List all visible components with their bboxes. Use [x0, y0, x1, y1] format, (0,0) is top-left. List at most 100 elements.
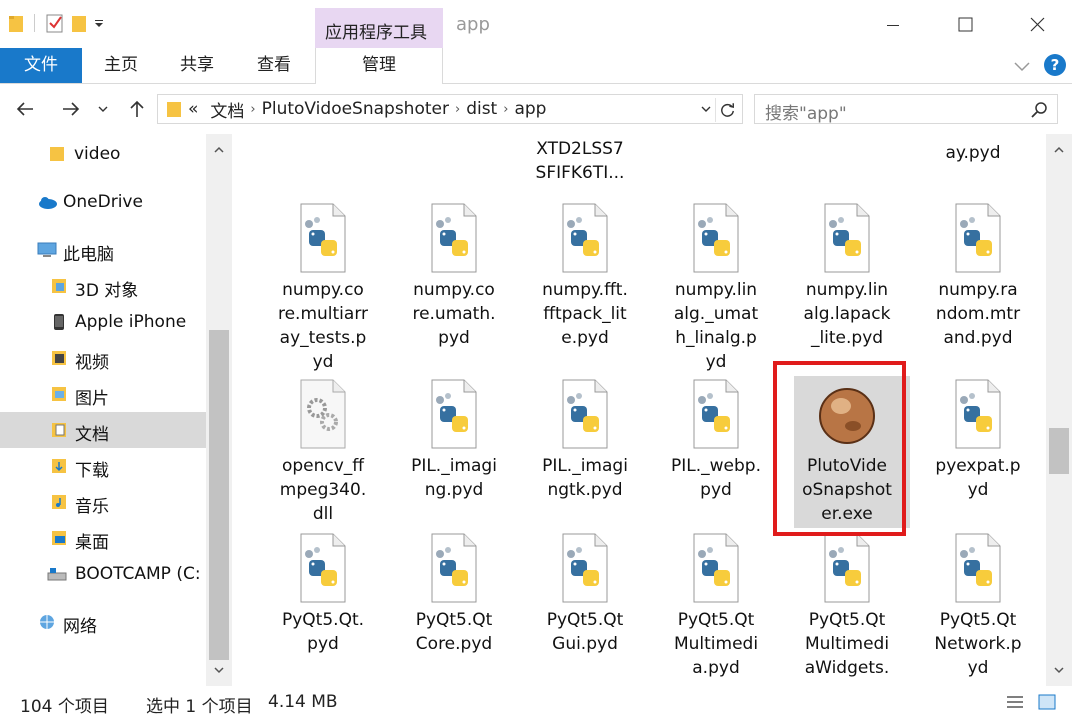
- minimize-button[interactable]: [868, 8, 918, 44]
- python-file-icon: [300, 533, 346, 603]
- large-icons-view-icon[interactable]: [1036, 692, 1058, 712]
- properties-icon[interactable]: [45, 12, 65, 34]
- file-item[interactable]: PyQt5.Qt Multimedi aWidgets.: [784, 532, 910, 680]
- file-name: PyQt5.Qt Network.p yd: [934, 610, 1022, 678]
- details-view-icon[interactable]: [1004, 692, 1026, 712]
- file-item[interactable]: PyQt5.Qt Multimedi a.pyd: [653, 532, 779, 680]
- expand-ribbon-icon[interactable]: [1012, 56, 1032, 76]
- nav-item-videos[interactable]: 视频: [0, 340, 206, 376]
- file-item[interactable]: ay.pyd: [910, 134, 1036, 165]
- python-file-icon: [693, 533, 739, 603]
- nav-item-label: 音乐: [75, 497, 109, 517]
- status-bar: 104 个项目 选中 1 个项目 4.14 MB: [0, 686, 1072, 720]
- forward-arrow-icon[interactable]: [60, 98, 82, 120]
- scrollbar-thumb[interactable]: [209, 330, 229, 660]
- nav-item-this-pc[interactable]: 此电脑: [0, 232, 206, 268]
- file-item[interactable]: numpy.co re.umath. pyd: [391, 202, 517, 350]
- documents-folder-icon: [52, 423, 66, 437]
- file-item[interactable]: PIL._imagi ngtk.pyd: [522, 378, 648, 502]
- downloads-folder-icon: [52, 459, 66, 473]
- breadcrumb-overflow[interactable]: «: [188, 99, 198, 119]
- nav-item-downloads[interactable]: 下载: [0, 448, 206, 484]
- customize-toolbar-icon[interactable]: [93, 17, 105, 29]
- tab-share[interactable]: 共享: [166, 48, 228, 83]
- nav-item-pictures[interactable]: 图片: [0, 376, 206, 412]
- ribbon-tabs: 文件 主页 共享 查看 管理 ?: [0, 48, 1072, 84]
- scroll-up-icon[interactable]: [213, 144, 225, 156]
- file-item[interactable]: opencv_ff mpeg340. dll: [260, 378, 386, 526]
- tab-manage[interactable]: 管理: [315, 48, 443, 84]
- tab-home[interactable]: 主页: [90, 48, 152, 83]
- python-file-icon: [562, 379, 608, 449]
- file-item[interactable]: PyQt5.Qt Network.p yd: [915, 532, 1041, 680]
- search-input[interactable]: 搜索"app": [754, 94, 1058, 124]
- nav-item-bootcamp[interactable]: BOOTCAMP (C:: [0, 556, 206, 592]
- breadcrumb-dist[interactable]: dist: [466, 99, 497, 119]
- close-button[interactable]: [1012, 8, 1062, 44]
- nav-item-3d-objects[interactable]: 3D 对象: [0, 268, 206, 304]
- python-file-icon: [431, 533, 477, 603]
- search-icon[interactable]: [1029, 100, 1049, 120]
- nav-item-label: 此电脑: [63, 245, 114, 265]
- file-item[interactable]: PIL._webp. pyd: [653, 378, 779, 502]
- breadcrumb-documents[interactable]: 文档: [210, 97, 244, 122]
- file-item[interactable]: numpy.ra ndom.mtr and.pyd: [915, 202, 1041, 350]
- nav-item-music[interactable]: 音乐: [0, 484, 206, 520]
- nav-item-documents[interactable]: 文档: [0, 412, 206, 448]
- file-item[interactable]: pyexpat.p yd: [915, 378, 1041, 502]
- nav-item-label: Apple iPhone: [75, 312, 187, 332]
- up-arrow-icon[interactable]: [126, 98, 148, 120]
- context-tab-label: 应用程序工具: [325, 23, 427, 43]
- nav-item-onedrive[interactable]: OneDrive: [0, 184, 206, 220]
- recent-locations-icon[interactable]: [96, 98, 110, 120]
- file-list-scrollbar[interactable]: [1046, 134, 1072, 686]
- pictures-folder-icon: [52, 387, 66, 401]
- python-file-icon: [562, 203, 608, 273]
- file-item[interactable]: PyQt5.Qt Gui.pyd: [522, 532, 648, 656]
- breadcrumb-app[interactable]: app: [514, 99, 546, 119]
- breadcrumb-project[interactable]: PlutoVidoeSnapshoter: [262, 99, 449, 119]
- nav-item-desktop[interactable]: 桌面: [0, 520, 206, 556]
- navigation-pane: video OneDrive 此电脑 3D 对象 Apple iPhone 视频…: [0, 134, 232, 686]
- file-item[interactable]: PIL._imagi ng.pyd: [391, 378, 517, 502]
- scroll-up-icon[interactable]: [1053, 144, 1065, 156]
- file-item[interactable]: XTD2LSS7 SFIFK6TI...: [517, 134, 643, 185]
- file-item[interactable]: numpy.co re.multiarr ay_tests.p yd: [260, 202, 386, 374]
- file-name: PyQt5.Qt Multimedi a.pyd: [673, 610, 759, 678]
- file-item[interactable]: PyQt5.Qt. pyd: [260, 532, 386, 656]
- refresh-icon[interactable]: [715, 98, 739, 122]
- chevron-right-icon[interactable]: ›: [503, 102, 508, 117]
- chevron-down-icon[interactable]: [700, 103, 712, 115]
- maximize-button[interactable]: [940, 8, 990, 44]
- nav-item-apple-iphone[interactable]: Apple iPhone: [0, 304, 206, 340]
- file-name: numpy.ra ndom.mtr and.pyd: [935, 280, 1021, 348]
- folder-icon[interactable]: [8, 13, 24, 33]
- scrollbar-thumb[interactable]: [1049, 428, 1069, 474]
- tab-file[interactable]: 文件: [0, 48, 82, 83]
- chevron-right-icon[interactable]: ›: [250, 102, 255, 117]
- file-item[interactable]: numpy.lin alg._umat h_linalg.p yd: [653, 202, 779, 374]
- nav-pane-scrollbar[interactable]: [206, 134, 232, 686]
- music-folder-icon: [52, 495, 66, 509]
- file-name: PIL._imagi ng.pyd: [411, 456, 497, 500]
- file-name: XTD2LSS7 SFIFK6TI...: [535, 139, 625, 183]
- file-item[interactable]: PyQt5.Qt Core.pyd: [391, 532, 517, 656]
- python-file-icon: [824, 533, 870, 603]
- file-item[interactable]: numpy.fft. fftpack_lit e.pyd: [522, 202, 648, 350]
- search-placeholder: 搜索"app": [765, 104, 847, 124]
- quick-access-toolbar: [8, 12, 105, 34]
- selection-highlight-box: [773, 361, 906, 536]
- file-item[interactable]: numpy.lin alg.lapack _lite.pyd: [784, 202, 910, 350]
- back-arrow-icon[interactable]: [14, 98, 36, 120]
- scroll-down-icon[interactable]: [1053, 664, 1065, 676]
- scroll-down-icon[interactable]: [213, 664, 225, 676]
- chevron-right-icon[interactable]: ›: [455, 102, 460, 117]
- address-bar[interactable]: « 文档 › PlutoVidoeSnapshoter › dist › app: [157, 94, 743, 124]
- nav-item-video[interactable]: video: [0, 136, 206, 172]
- tab-view[interactable]: 查看: [243, 48, 305, 83]
- new-folder-icon[interactable]: [71, 13, 87, 33]
- nav-item-network[interactable]: 网络: [0, 604, 206, 640]
- nav-item-label: video: [74, 144, 121, 164]
- python-file-icon: [824, 203, 870, 273]
- help-icon[interactable]: ?: [1044, 54, 1066, 76]
